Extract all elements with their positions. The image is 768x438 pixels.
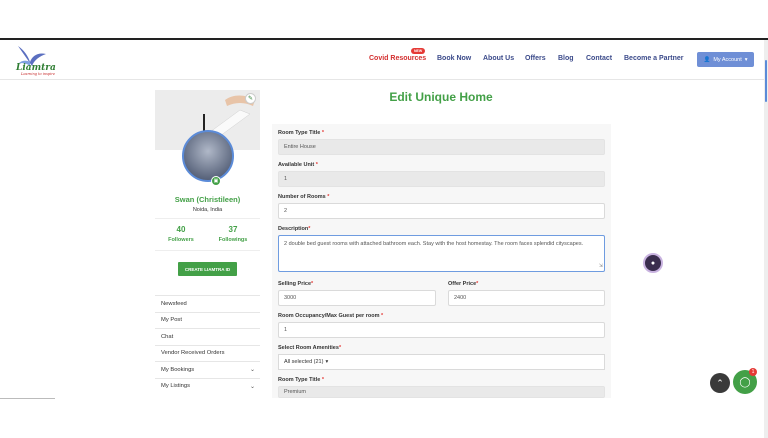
nav-book-now[interactable]: Book Now [437, 55, 471, 62]
description-label: Description* [278, 226, 310, 232]
amenities-label: Select Room Amenities* [278, 345, 341, 351]
nav-offers[interactable]: Offers [525, 55, 546, 62]
required-mark: * [321, 130, 324, 136]
navbar: Liamtra Learning to inspire NEW Covid Re… [0, 40, 768, 80]
camera-icon[interactable]: ▣ [211, 176, 221, 186]
chat-unread-badge: 1 [749, 368, 757, 376]
amenities-selected-text: All selected (21) [284, 359, 324, 365]
nav-about-us[interactable]: About Us [483, 55, 514, 62]
profile-name: Swan (Christileen) [174, 195, 241, 204]
followings-label[interactable]: Followings [213, 237, 253, 243]
number-of-rooms-label: Number of Rooms * [278, 194, 329, 200]
sidebar-item-label: Chat [161, 333, 174, 340]
required-mark: * [381, 313, 384, 319]
edit-cover-icon[interactable]: ✎ [245, 93, 256, 104]
label-text: Room Type Title [278, 377, 321, 383]
required-mark: * [327, 194, 330, 200]
sidebar-menu: Newsfeed My Post Chat Vendor Received Or… [155, 295, 260, 394]
room-occupancy-label: Room Occupancy/Max Guest per room * [278, 313, 383, 319]
description-textarea[interactable]: 2 double bed guest rooms with attached b… [278, 235, 605, 272]
page-scrollbar-thumb[interactable] [765, 60, 767, 102]
page-title: Edit Unique Home [389, 90, 493, 104]
chevron-down-icon: ⌄ [249, 383, 255, 390]
available-unit-field[interactable]: 1 [278, 171, 605, 187]
label-text: Offer Price [448, 281, 477, 287]
avatar[interactable] [182, 130, 234, 182]
sidebar-item-my-bookings[interactable]: My Bookings ⌄ [155, 361, 260, 378]
label-text: Number of Rooms [278, 194, 326, 200]
accessibility-widget-icon[interactable]: ● [643, 253, 663, 273]
required-mark: * [321, 377, 324, 383]
available-unit-label: Available Unit * [278, 162, 318, 168]
sidebar-item-label: My Bookings [161, 366, 195, 373]
label-text: Description [278, 226, 309, 232]
label-text: Room Type Title [278, 130, 321, 136]
sidebar-item-label: My Listings [161, 383, 190, 390]
offer-price-label: Offer Price* [448, 281, 478, 287]
nav-become-partner[interactable]: Become a Partner [624, 55, 684, 62]
room-type-title-2-field[interactable]: Premium [278, 386, 605, 398]
new-badge: NEW [411, 48, 426, 54]
edit-form: Room Type Title * Entire House Available… [272, 124, 611, 398]
required-mark: * [315, 162, 318, 168]
divider [155, 250, 260, 251]
chat-bubble-icon: ◯ [739, 376, 751, 388]
sidebar-item-chat[interactable]: Chat [155, 328, 260, 345]
sidebar-item-label: Newsfeed [161, 300, 187, 307]
sidebar-item-my-listings[interactable]: My Listings ⌄ [155, 377, 260, 395]
sidebar-item-label: Vendor Received Orders [161, 350, 225, 357]
followers-label[interactable]: Followers [161, 237, 201, 243]
room-type-title-2-label: Room Type Title * [278, 377, 324, 383]
brand-tagline: Learning to inspire [21, 72, 56, 76]
label-text: Room Occupancy/Max Guest per room [278, 313, 380, 319]
create-liamtra-id-button[interactable]: CREATE LIAMTRA ID [178, 262, 237, 276]
resize-handle-icon[interactable]: ⇲ [599, 262, 603, 270]
nav-covid-resources[interactable]: Covid Resources [369, 55, 426, 62]
scroll-to-top-button[interactable]: ⌃ [710, 373, 730, 393]
profile-location: Noida, India [192, 207, 223, 213]
followings-count[interactable]: 37 [213, 225, 253, 234]
required-mark: * [308, 226, 311, 232]
profile-sidebar: ✎ ▣ Swan (Christileen) Noida, India 40 F… [155, 90, 260, 398]
chevron-down-icon: ⌄ [249, 367, 255, 373]
sidebar-item-newsfeed[interactable]: Newsfeed [155, 295, 260, 312]
label-text: Select Room Amenities [278, 345, 339, 351]
selling-price-label: Selling Price* [278, 281, 313, 287]
required-mark: * [476, 281, 479, 287]
label-text: Selling Price [278, 281, 312, 287]
chevron-up-icon: ⌃ [716, 377, 724, 388]
selling-price-field[interactable]: 3000 [278, 290, 436, 306]
sidebar-item-vendor-orders[interactable]: Vendor Received Orders [155, 344, 260, 362]
room-type-title-field[interactable]: Entire House [278, 139, 605, 155]
room-occupancy-field[interactable]: 1 [278, 322, 605, 338]
my-account-button[interactable]: 👤 My Account ▾ [697, 52, 754, 67]
sidebar-item-my-post[interactable]: My Post [155, 311, 260, 329]
nav-blog[interactable]: Blog [558, 55, 574, 62]
top-blank-bar [0, 0, 768, 38]
room-type-title-label: Room Type Title * [278, 130, 324, 136]
sidebar-item-label: My Post [161, 317, 182, 324]
caret-down-icon: ▾ [325, 359, 329, 365]
user-icon: 👤 [703, 56, 711, 63]
label-text: Available Unit [278, 162, 315, 168]
description-text: 2 double bed guest rooms with attached b… [284, 241, 584, 247]
amenities-select[interactable]: All selected (21) ▾ [278, 354, 605, 370]
nav-contact[interactable]: Contact [586, 55, 612, 62]
required-mark: * [338, 345, 342, 351]
divider [0, 398, 55, 399]
my-account-label: My Account [713, 56, 742, 63]
followers-count[interactable]: 40 [161, 225, 201, 234]
offer-price-field[interactable]: 2400 [448, 290, 605, 306]
caret-down-icon: ▾ [744, 56, 748, 63]
required-mark: * [311, 281, 314, 287]
divider [155, 218, 260, 219]
number-of-rooms-field[interactable]: 2 [278, 203, 605, 219]
